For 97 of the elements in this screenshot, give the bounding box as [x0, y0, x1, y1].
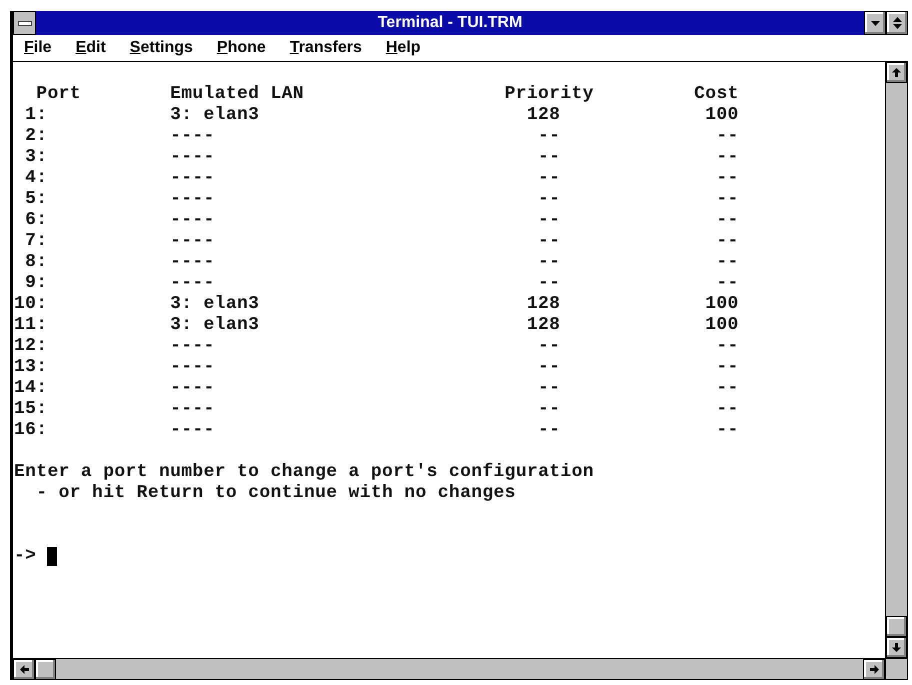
table-cell: ---- — [170, 210, 215, 231]
table-cell: 6: — [25, 210, 48, 231]
minus-icon — [18, 20, 32, 26]
vertical-scrollbar[interactable] — [885, 62, 908, 658]
table-cell: 12: — [14, 336, 48, 357]
table-cell: -- — [538, 399, 560, 420]
table-cell: -- — [538, 147, 560, 168]
table-cell: ---- — [170, 231, 215, 252]
table-cell: -- — [538, 273, 560, 294]
table-cell: ---- — [170, 420, 215, 441]
menu-item[interactable]: Settings — [130, 38, 193, 58]
left-arrow-icon — [20, 665, 28, 674]
text-cursor — [47, 547, 58, 566]
table-cell: 8: — [25, 252, 48, 273]
horizontal-scrollbar[interactable] — [13, 659, 885, 679]
table-cell: -- — [716, 210, 739, 231]
up-down-triangles-icon — [892, 17, 902, 29]
table-cell: -- — [716, 336, 739, 357]
menu-item[interactable]: Phone — [216, 38, 266, 58]
menu-item[interactable]: Edit — [76, 38, 106, 58]
down-arrow-icon — [892, 643, 901, 652]
menu-item[interactable]: Transfers — [290, 38, 362, 58]
up-arrow-icon — [892, 68, 901, 77]
scroll-right-button[interactable] — [863, 659, 885, 680]
table-cell: -- — [716, 147, 739, 168]
column-header: Emulated LAN — [170, 84, 304, 105]
table-cell: -- — [716, 126, 739, 147]
table-cell: -- — [538, 189, 560, 210]
minimize-button[interactable] — [864, 11, 886, 35]
table-cell: -- — [538, 168, 560, 189]
scroll-left-button[interactable] — [13, 659, 35, 680]
scroll-thumb[interactable] — [886, 616, 907, 637]
table-cell: 14: — [14, 378, 48, 399]
table-cell: 16: — [14, 420, 48, 441]
table-cell: 3: elan3 — [170, 315, 260, 336]
table-cell: 5: — [25, 189, 48, 210]
table-cell: 100 — [705, 105, 739, 126]
table-cell: -- — [716, 273, 739, 294]
table-cell: -- — [716, 231, 739, 252]
table-cell: -- — [538, 210, 560, 231]
table-cell: -- — [538, 231, 560, 252]
instruction-text: Enter a port number to change a port's configuration — [14, 462, 594, 483]
table-cell: 4: — [25, 168, 48, 189]
scroll-down-button[interactable] — [886, 637, 907, 658]
column-header: Cost — [694, 84, 739, 105]
column-header: Priority — [504, 84, 594, 105]
table-cell: -- — [716, 420, 739, 441]
command-prompt: -> — [14, 546, 36, 567]
table-cell: -- — [716, 357, 739, 378]
table-cell: ---- — [170, 399, 215, 420]
system-menu-button[interactable] — [13, 11, 36, 35]
table-cell: -- — [538, 336, 560, 357]
menu-item[interactable]: Help — [386, 38, 421, 58]
table-cell: -- — [538, 378, 560, 399]
table-cell: -- — [538, 126, 560, 147]
table-cell: 128 — [526, 294, 560, 315]
table-cell: 10: — [14, 294, 48, 315]
table-cell: ---- — [170, 357, 215, 378]
table-cell: -- — [716, 399, 739, 420]
table-cell: -- — [716, 168, 739, 189]
table-cell: -- — [716, 252, 739, 273]
column-header: Port — [36, 84, 81, 105]
table-cell: 128 — [526, 105, 560, 126]
table-cell: ---- — [170, 189, 215, 210]
scroll-thumb[interactable] — [35, 659, 56, 680]
right-arrow-icon — [870, 665, 878, 674]
table-cell: ---- — [170, 378, 215, 399]
table-cell: 3: elan3 — [170, 105, 260, 126]
table-cell: ---- — [170, 273, 215, 294]
table-cell: 1: — [25, 105, 48, 126]
table-cell: ---- — [170, 168, 215, 189]
table-cell: -- — [538, 252, 560, 273]
menu-item[interactable]: File — [24, 38, 52, 58]
table-cell: -- — [538, 420, 560, 441]
table-cell: 3: — [25, 147, 48, 168]
table-cell: 13: — [14, 357, 48, 378]
table-cell: 11: — [14, 315, 48, 336]
table-cell: -- — [716, 189, 739, 210]
table-cell: ---- — [170, 252, 215, 273]
table-cell: ---- — [170, 126, 215, 147]
table-cell: 9: — [25, 273, 48, 294]
table-cell: 2: — [25, 126, 48, 147]
table-cell: 15: — [14, 399, 48, 420]
table-cell: ---- — [170, 147, 215, 168]
restore-button[interactable] — [886, 11, 908, 35]
table-cell: 128 — [526, 315, 560, 336]
table-cell: -- — [716, 378, 739, 399]
table-cell: 100 — [705, 315, 739, 336]
scroll-up-button[interactable] — [886, 62, 907, 83]
window-title: Terminal - TUI.TRM — [376, 13, 524, 33]
table-cell: 100 — [705, 294, 739, 315]
table-cell: ---- — [170, 336, 215, 357]
table-cell: 3: elan3 — [170, 294, 260, 315]
down-triangle-icon — [870, 20, 880, 26]
table-cell: -- — [538, 357, 560, 378]
instruction-text: - or hit Return to continue with no changes — [36, 483, 516, 504]
table-cell: 7: — [25, 231, 48, 252]
